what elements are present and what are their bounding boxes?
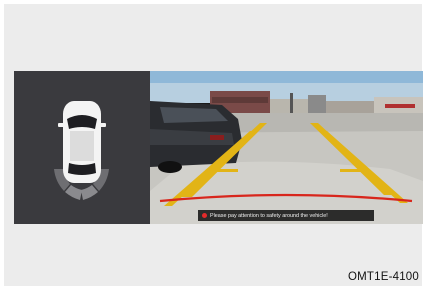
top-view-graphic: [54, 101, 109, 200]
camera-scene: [150, 71, 423, 224]
figure-caption: OMT1E-4100: [347, 271, 419, 283]
alert-dot-icon: [202, 213, 207, 218]
safety-warning-banner: Please pay attention to safety around th…: [198, 210, 374, 221]
rear-camera-view: Please pay attention to safety around th…: [150, 71, 423, 224]
safety-warning-text: Please pay attention to safety around th…: [210, 212, 328, 219]
car-top-icon: [58, 101, 106, 183]
top-view-panel: [14, 71, 150, 224]
rear-view-display: Please pay attention to safety around th…: [14, 71, 423, 224]
